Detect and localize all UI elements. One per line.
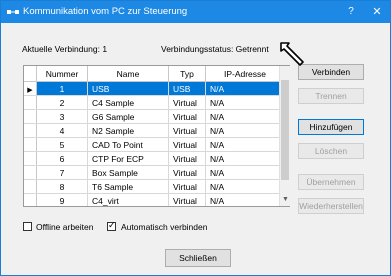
dialog-window: Kommunikation vom PC zur Steuerung ? ✕ A… <box>0 0 391 276</box>
cell-type[interactable]: Virtual <box>168 165 206 180</box>
add-button[interactable]: Hinzufügen <box>298 119 364 135</box>
cell-type[interactable]: Virtual <box>168 109 206 124</box>
cell-name[interactable]: G6 Sample <box>87 109 169 124</box>
header-nummer[interactable]: Nummer <box>36 66 88 82</box>
disconnect-button[interactable]: Trennen <box>298 88 364 104</box>
cell-name[interactable]: C4 Sample <box>87 95 169 110</box>
row-indicator[interactable] <box>24 137 37 152</box>
cell-number[interactable]: 6 <box>36 151 88 166</box>
cell-type[interactable]: Virtual <box>168 95 206 110</box>
cell-ip[interactable]: N/A <box>205 193 285 206</box>
cell-name[interactable]: USB <box>87 81 169 96</box>
table-row[interactable]: 8 T6 Sample Virtual N/A <box>24 179 285 194</box>
table-scrollbar[interactable]: ▼ <box>279 66 290 206</box>
table-row[interactable]: 4 N2 Sample Virtual N/A <box>24 123 285 138</box>
window-title: Kommunikation vom PC zur Steuerung <box>23 6 188 17</box>
cell-ip[interactable]: N/A <box>205 109 285 124</box>
auto-connect-label[interactable]: Automatisch verbinden <box>121 222 207 232</box>
cell-type[interactable]: Virtual <box>168 123 206 138</box>
row-indicator-header <box>24 66 37 82</box>
checkmark-icon: ✓ <box>108 220 116 230</box>
apply-button[interactable]: Übernehmen <box>298 174 364 190</box>
cell-ip[interactable]: N/A <box>205 137 285 152</box>
row-indicator[interactable] <box>24 95 37 110</box>
table-row[interactable]: 2 C4 Sample Virtual N/A <box>24 95 285 110</box>
cell-ip[interactable]: N/A <box>205 81 285 96</box>
row-indicator[interactable]: ▶ <box>24 81 37 96</box>
cell-type[interactable]: Virtual <box>168 193 206 206</box>
row-indicator[interactable] <box>24 193 37 206</box>
connection-status-label: Verbindungsstatus: Getrennt <box>161 44 269 54</box>
row-indicator[interactable] <box>24 151 37 166</box>
cell-type[interactable]: Virtual <box>168 137 206 152</box>
delete-button[interactable]: Löschen <box>298 143 364 159</box>
table-row[interactable]: 9 C4_virt Virtual N/A <box>24 193 285 206</box>
cell-number[interactable]: 8 <box>36 179 88 194</box>
cell-ip[interactable]: N/A <box>205 165 285 180</box>
close-button[interactable]: Schließen <box>165 249 231 267</box>
cell-name[interactable]: CTP For ECP <box>87 151 169 166</box>
cell-number[interactable]: 5 <box>36 137 88 152</box>
cell-ip[interactable]: N/A <box>205 179 285 194</box>
auto-connect-checkbox[interactable]: ✓ <box>107 220 116 231</box>
mouse-cursor-icon <box>280 42 304 66</box>
connection-table[interactable]: Nummer Name Typ IP-Adresse ▶ 1 USB USB N/A 2 C… <box>23 65 290 207</box>
current-row-arrow-icon: ▶ <box>27 86 33 94</box>
cell-name[interactable]: CAD To Point <box>87 137 169 152</box>
row-indicator[interactable] <box>24 179 37 194</box>
table-row[interactable]: ▶ 1 USB USB N/A <box>24 81 285 96</box>
cell-ip[interactable]: N/A <box>205 95 285 110</box>
connect-button[interactable]: Verbinden <box>298 64 364 80</box>
cell-name[interactable]: T6 Sample <box>87 179 169 194</box>
close-window-button[interactable]: ✕ <box>365 4 389 20</box>
table-row[interactable]: 6 CTP For ECP Virtual N/A <box>24 151 285 166</box>
table-header-row: Nummer Name Typ IP-Adresse <box>24 66 285 82</box>
scrollbar-thumb[interactable] <box>281 80 289 180</box>
scroll-down-icon[interactable]: ▼ <box>281 195 290 204</box>
title-bar[interactable]: Kommunikation vom PC zur Steuerung ? ✕ <box>1 1 390 23</box>
header-typ[interactable]: Typ <box>168 66 206 82</box>
cell-ip[interactable]: N/A <box>205 123 285 138</box>
cell-name[interactable]: Box Sample <box>87 165 169 180</box>
cell-number[interactable]: 9 <box>36 193 88 206</box>
row-indicator[interactable] <box>24 109 37 124</box>
cell-number[interactable]: 3 <box>36 109 88 124</box>
table-row[interactable]: 5 CAD To Point Virtual N/A <box>24 137 285 152</box>
connection-icon <box>7 10 19 14</box>
cell-name[interactable]: C4_virt <box>87 193 169 206</box>
cell-type[interactable]: Virtual <box>168 179 206 194</box>
header-ip-address[interactable]: IP-Adresse <box>205 66 285 82</box>
offline-label[interactable]: Offline arbeiten <box>36 222 94 232</box>
offline-checkbox[interactable] <box>23 222 32 231</box>
restore-button[interactable]: Wiederherstellen <box>298 198 364 214</box>
cell-name[interactable]: N2 Sample <box>87 123 169 138</box>
cell-number[interactable]: 1 <box>36 81 88 96</box>
cell-type[interactable]: USB <box>168 81 206 96</box>
header-name[interactable]: Name <box>87 66 169 82</box>
row-indicator[interactable] <box>24 165 37 180</box>
cell-number[interactable]: 7 <box>36 165 88 180</box>
cell-number[interactable]: 4 <box>36 123 88 138</box>
current-connection-label: Aktuelle Verbindung: 1 <box>22 44 108 54</box>
cell-number[interactable]: 2 <box>36 95 88 110</box>
help-button[interactable]: ? <box>339 4 363 20</box>
table-row[interactable]: 3 G6 Sample Virtual N/A <box>24 109 285 124</box>
row-indicator[interactable] <box>24 123 37 138</box>
cell-type[interactable]: Virtual <box>168 151 206 166</box>
cell-ip[interactable]: N/A <box>205 151 285 166</box>
table-row[interactable]: 7 Box Sample Virtual N/A <box>24 165 285 180</box>
